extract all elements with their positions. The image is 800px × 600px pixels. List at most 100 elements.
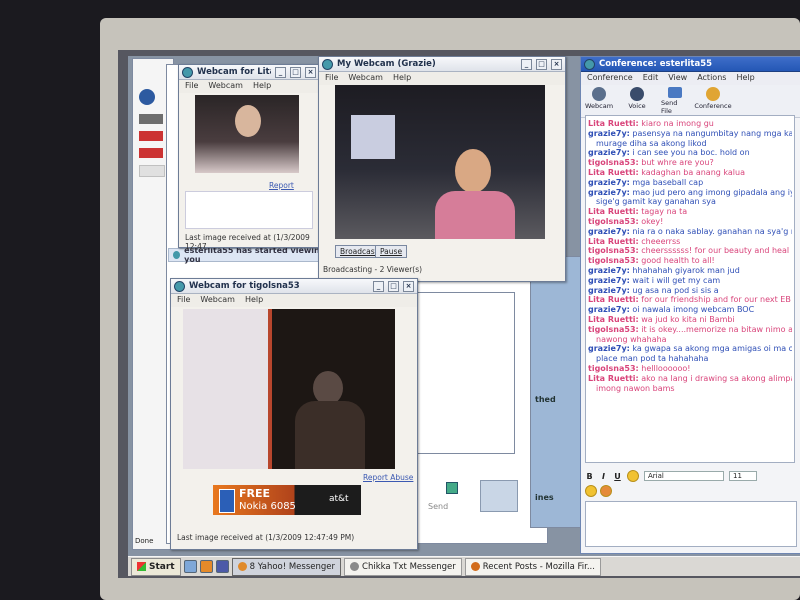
toolbar-icon <box>139 131 163 141</box>
menu-actions[interactable]: Actions <box>697 73 726 84</box>
task-yahoo-messenger[interactable]: 8 Yahoo! Messenger <box>231 557 342 576</box>
chat-message: Lita Ruetti: for our friendship and for … <box>588 295 792 305</box>
send-file-tool-button[interactable]: Send File <box>661 87 689 115</box>
pause-button[interactable]: Pause <box>375 245 408 258</box>
titlebar[interactable]: My Webcam (Grazie) _ □ × <box>319 57 565 72</box>
chat-message: grazie7y: i can see you na boc. hold on <box>588 148 792 158</box>
chat-sender: Lita Ruetti: <box>588 207 639 217</box>
ad-banner[interactable]: FREE Nokia 6085 at&t <box>213 485 361 515</box>
chat-text: wait i will get my cam <box>632 275 721 285</box>
minimize-button[interactable]: _ <box>275 66 286 78</box>
menu-webcam[interactable]: Webcam <box>208 81 243 92</box>
chat-text: good health to all! <box>641 256 715 266</box>
chat-message: sige'g gamit kay ganahan sya <box>588 197 792 207</box>
menu-edit[interactable]: Edit <box>643 73 659 84</box>
chat-sender: tigolsna53: <box>588 158 639 168</box>
minimize-button[interactable]: _ <box>373 280 384 292</box>
menu-help[interactable]: Help <box>253 81 271 92</box>
font-select[interactable]: Arial <box>644 471 724 481</box>
chat-text: wa jud ko kita ni Bambi <box>641 314 735 324</box>
minimize-button[interactable]: _ <box>521 58 532 70</box>
webcam-icon <box>182 66 193 78</box>
menu-bar: File Webcam Help <box>319 72 565 85</box>
chat-text: nia ra o naka sablay. ganahan na sya'g m <box>632 226 792 236</box>
taskbar: Start 8 Yahoo! Messenger Chikka Txt Mess… <box>128 556 800 576</box>
close-button[interactable]: × <box>305 66 316 78</box>
webcam-window-tigolsna53[interactable]: Webcam for tigolsna53 _ □ × File Webcam … <box>170 278 418 550</box>
menu-file[interactable]: File <box>185 81 198 92</box>
menu-view[interactable]: View <box>668 73 687 84</box>
report-abuse-link[interactable]: Report Abuse <box>363 473 413 482</box>
chat-sender: grazie7y: <box>588 226 630 236</box>
maximize-button[interactable]: □ <box>290 66 301 78</box>
message-input[interactable] <box>585 501 797 547</box>
quicklaunch-icon[interactable] <box>183 560 197 573</box>
titlebar[interactable]: Webcam for Lita Ru... _ □ × <box>179 65 319 80</box>
chat-text: it is okey....memorize na bitaw nimo ak <box>641 324 792 334</box>
chat-message: Lita Ruetti: kadaghan ba anang kalua <box>588 168 792 178</box>
maximize-button[interactable]: □ <box>536 58 547 70</box>
conference-window[interactable]: Conference: esterlita55 Conference Edit … <box>580 56 800 554</box>
quicklaunch-icon[interactable] <box>215 560 229 573</box>
chat-message: grazie7y: ug asa na pod si sis a <box>588 286 792 296</box>
menu-help[interactable]: Help <box>393 73 411 84</box>
my-webcam-feed <box>335 85 545 239</box>
chat-sender: tigolsna53: <box>588 256 639 266</box>
send-button[interactable]: Send <box>428 502 448 511</box>
chat-message: tigolsna53: it is okey....memorize na bi… <box>588 325 792 335</box>
conference-tool-button[interactable]: Conference <box>694 87 732 115</box>
webcam-window-lita[interactable]: Webcam for Lita Ru... _ □ × File Webcam … <box>178 64 320 251</box>
bold-button[interactable]: B <box>585 472 594 481</box>
chat-sender: grazie7y: <box>588 187 630 197</box>
chat-message: grazie7y: mga baseball cap <box>588 178 792 188</box>
font-size-select[interactable]: 11 <box>729 471 757 481</box>
italic-button[interactable]: I <box>599 472 608 481</box>
menu-help[interactable]: Help <box>245 295 263 306</box>
chat-message: grazie7y: oi nawala imong webcam BOC <box>588 305 792 315</box>
menu-bar: File Webcam Help <box>171 294 417 307</box>
menu-conference[interactable]: Conference <box>587 73 633 84</box>
quicklaunch-icon[interactable] <box>199 560 213 573</box>
back-icon[interactable] <box>139 89 155 105</box>
firefox-icon <box>470 562 480 571</box>
titlebar[interactable]: Webcam for tigolsna53 _ □ × <box>171 279 417 294</box>
toolbar-icon <box>139 165 165 177</box>
conference-icon <box>584 58 595 70</box>
chat-message: grazie7y: wait i will get my cam <box>588 276 792 286</box>
maximize-button[interactable]: □ <box>388 280 399 292</box>
emoticon-icon[interactable] <box>627 470 639 482</box>
underline-button[interactable]: U <box>613 472 622 481</box>
chat-history[interactable]: Lita Ruetti: kiaro na imong gu grazie7y: … <box>585 115 795 463</box>
close-button[interactable]: × <box>403 280 414 292</box>
menu-help[interactable]: Help <box>736 73 754 84</box>
chat-text: murage diha sa akong likod <box>596 138 707 148</box>
smiley-icon[interactable] <box>585 485 597 497</box>
chat-text: mga baseball cap <box>632 177 704 187</box>
background-blue-panel: thed ines <box>530 256 582 528</box>
menu-file[interactable]: File <box>177 295 190 306</box>
chat-sender: grazie7y: <box>588 128 630 138</box>
audible-icon[interactable] <box>600 485 612 497</box>
chat-text: pasensya na nangumbitay nang mga kalo <box>632 128 792 138</box>
voice-tool-button[interactable]: Voice <box>623 87 651 115</box>
webcam-tool-button[interactable]: Webcam <box>585 87 613 115</box>
task-firefox[interactable]: Recent Posts - Mozilla Fir... <box>464 557 601 576</box>
menu-webcam[interactable]: Webcam <box>348 73 383 84</box>
chat-text: ako na lang i drawing sa akong alimpat <box>641 373 792 383</box>
chat-text: mao jud pero ang imong gipadala ang iya <box>632 187 792 197</box>
webcam-icon[interactable] <box>446 482 458 494</box>
start-button[interactable]: Start <box>131 557 181 576</box>
my-webcam-window[interactable]: My Webcam (Grazie) _ □ × File Webcam Hel… <box>318 56 566 282</box>
close-button[interactable]: × <box>551 58 562 70</box>
chat-sender: tigolsna53: <box>588 246 639 256</box>
status-done: Done <box>135 537 154 545</box>
titlebar[interactable]: Conference: esterlita55 <box>581 57 800 72</box>
chat-sender: Lita Ruetti: <box>588 236 639 246</box>
task-chikka[interactable]: Chikka Txt Messenger <box>344 557 462 576</box>
menu-file[interactable]: File <box>325 73 338 84</box>
person-head <box>313 371 343 405</box>
broadcast-status: Broadcasting - 2 Viewer(s) <box>323 265 423 274</box>
chat-sender: grazie7y: <box>588 148 630 158</box>
chat-text: hellloooooo! <box>641 363 691 373</box>
menu-webcam[interactable]: Webcam <box>200 295 235 306</box>
